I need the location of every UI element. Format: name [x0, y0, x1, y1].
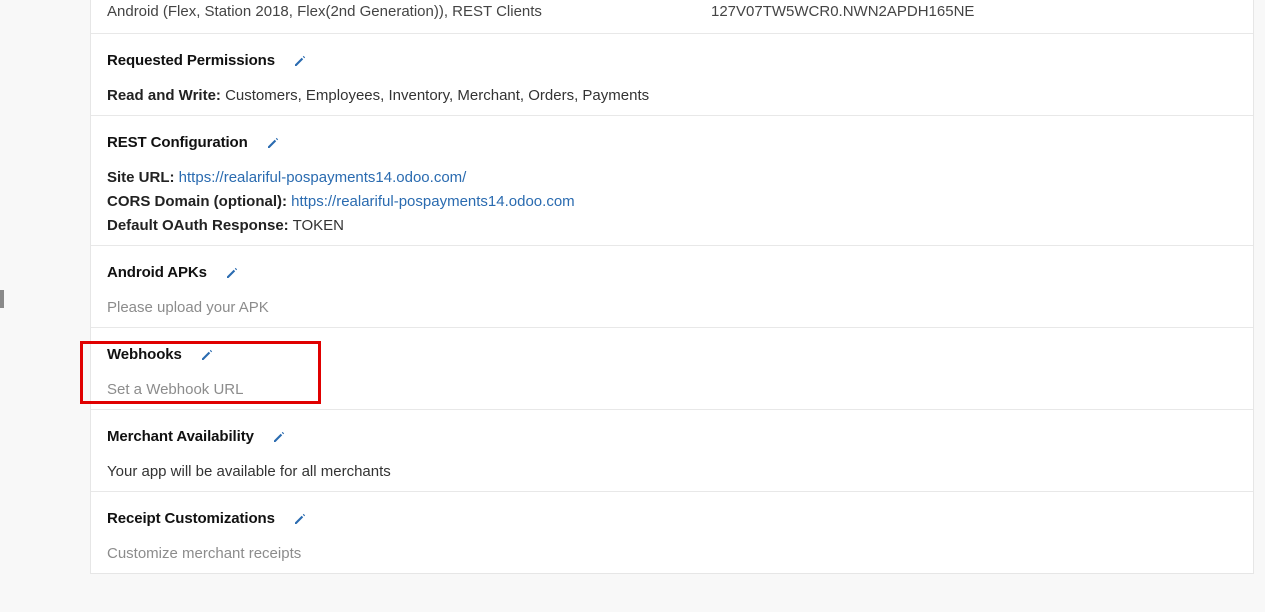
section-webhooks: Webhooks Set a Webhook URL	[91, 328, 1253, 410]
section-title: REST Configuration	[107, 134, 248, 151]
section-receipt-customizations: Receipt Customizations Customize merchan…	[91, 492, 1253, 574]
pencil-icon[interactable]	[200, 348, 214, 362]
site-url-label: Site URL:	[107, 169, 175, 186]
site-url-link[interactable]: https://realariful-pospayments14.odoo.co…	[179, 169, 467, 186]
app-id-text: 127V07TW5WCR0.NWN2APDH165NE	[711, 3, 975, 20]
pencil-icon[interactable]	[225, 266, 239, 280]
cors-domain-label: CORS Domain (optional):	[107, 193, 287, 210]
section-title: Requested Permissions	[107, 52, 275, 69]
webhooks-placeholder: Set a Webhook URL	[107, 381, 244, 398]
section-title: Receipt Customizations	[107, 510, 275, 527]
oauth-response-value: TOKEN	[292, 217, 344, 234]
section-body: Read and Write: Customers, Employees, In…	[107, 84, 649, 108]
section-header: Android APKs	[107, 264, 239, 281]
receipt-placeholder: Customize merchant receipts	[107, 545, 302, 562]
pencil-icon[interactable]	[293, 54, 307, 68]
section-requested-permissions: Requested Permissions Read and Write: Cu…	[91, 34, 1253, 116]
oauth-response-label: Default OAuth Response:	[107, 217, 289, 234]
section-title: Merchant Availability	[107, 428, 254, 445]
pencil-icon[interactable]	[272, 430, 286, 444]
apks-placeholder: Please upload your APK	[107, 299, 269, 316]
section-header: Merchant Availability	[107, 428, 286, 445]
section-body: Site URL: https://realariful-pospayments…	[107, 166, 575, 238]
site-url-line: Site URL: https://realariful-pospayments…	[107, 166, 575, 190]
section-header: REST Configuration	[107, 134, 280, 151]
cors-domain-link[interactable]: https://realariful-pospayments14.odoo.co…	[291, 193, 574, 210]
section-merchant-availability: Merchant Availability Your app will be a…	[91, 410, 1253, 492]
section-header: Requested Permissions	[107, 52, 307, 69]
section-header: Webhooks	[107, 346, 214, 363]
section-header: Receipt Customizations	[107, 510, 307, 527]
supported-devices-row: Android (Flex, Station 2018, Flex(2nd Ge…	[91, 0, 1253, 34]
section-title: Android APKs	[107, 264, 207, 281]
availability-text: Your app will be available for all merch…	[107, 463, 391, 480]
pencil-icon[interactable]	[266, 136, 280, 150]
section-title: Webhooks	[107, 346, 182, 363]
permissions-label: Read and Write:	[107, 87, 221, 104]
side-scroll-handle[interactable]	[0, 290, 4, 308]
section-android-apks: Android APKs Please upload your APK	[91, 246, 1253, 328]
supported-devices-text: Android (Flex, Station 2018, Flex(2nd Ge…	[107, 3, 542, 20]
oauth-response-line: Default OAuth Response: TOKEN	[107, 214, 575, 238]
pencil-icon[interactable]	[293, 512, 307, 526]
app-settings-panel: Android (Flex, Station 2018, Flex(2nd Ge…	[90, 0, 1254, 574]
permissions-value: Customers, Employees, Inventory, Merchan…	[225, 87, 650, 104]
section-rest-configuration: REST Configuration Site URL: https://rea…	[91, 116, 1253, 246]
cors-domain-line: CORS Domain (optional): https://realarif…	[107, 190, 575, 214]
